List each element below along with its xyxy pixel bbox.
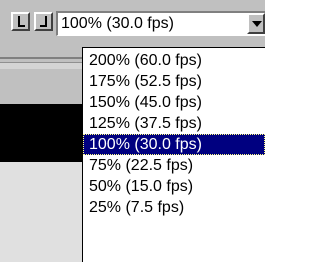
toolbar: 100% (30.0 fps) bbox=[0, 0, 265, 47]
chevron-down-icon bbox=[252, 21, 262, 27]
speed-option[interactable]: 200% (60.0 fps) bbox=[83, 50, 265, 71]
speed-option[interactable]: 150% (45.0 fps) bbox=[83, 92, 265, 113]
dropdown-arrow-button[interactable] bbox=[247, 13, 265, 34]
playback-speed-value: 100% (30.0 fps) bbox=[61, 15, 174, 32]
step-right-button[interactable] bbox=[34, 12, 53, 31]
step-left-button[interactable] bbox=[11, 12, 30, 31]
divider bbox=[0, 57, 82, 59]
step-right-icon bbox=[40, 16, 47, 27]
speed-option[interactable]: 125% (37.5 fps) bbox=[83, 113, 265, 134]
step-left-icon bbox=[18, 16, 25, 27]
divider bbox=[0, 62, 82, 69]
speed-option-selected[interactable]: 100% (30.0 fps) bbox=[83, 134, 265, 155]
playback-speed-select[interactable]: 100% (30.0 fps) bbox=[56, 11, 265, 36]
speed-option[interactable]: 50% (15.0 fps) bbox=[83, 176, 265, 197]
speed-option[interactable]: 75% (22.5 fps) bbox=[83, 155, 265, 176]
background-pane bbox=[0, 162, 82, 262]
playback-speed-dropdown-list[interactable]: 200% (60.0 fps) 175% (52.5 fps) 150% (45… bbox=[82, 47, 265, 262]
preview-area bbox=[0, 104, 82, 162]
speed-option[interactable]: 175% (52.5 fps) bbox=[83, 71, 265, 92]
background-window bbox=[0, 47, 82, 262]
speed-option[interactable]: 25% (7.5 fps) bbox=[83, 197, 265, 218]
